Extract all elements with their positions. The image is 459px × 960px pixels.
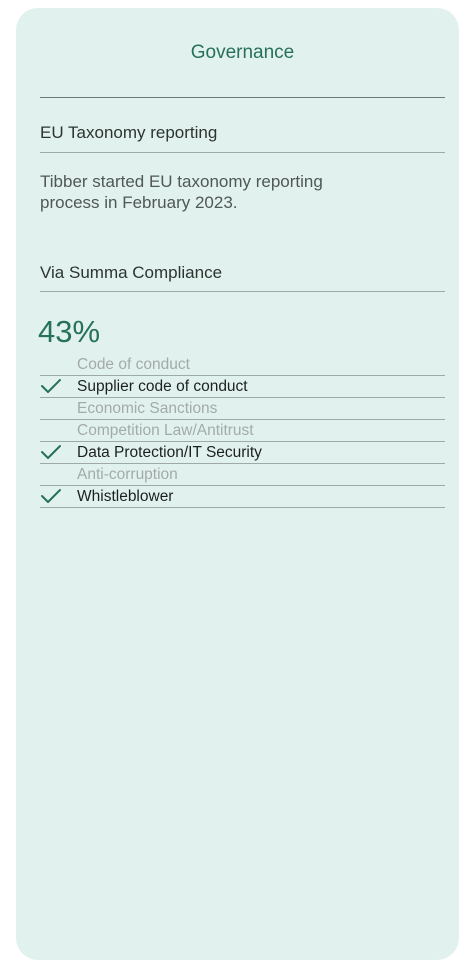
compliance-item: Competition Law/Antitrust [40,420,445,442]
compliance-item-label: Anti-corruption [77,466,178,483]
checkmark-icon [41,379,61,393]
compliance-heading: Via Summa Compliance [40,263,223,282]
compliance-item: Anti-corruption [40,464,445,486]
checkmark-icon [41,489,61,503]
compliance-divider [40,291,445,292]
compliance-item-label: Competition Law/Antitrust [77,422,254,439]
taxonomy-divider [40,152,445,153]
compliance-item-label: Economic Sanctions [77,400,218,417]
governance-card: Governance EU Taxonomy reporting Tibber … [16,8,459,960]
compliance-list: Code of conduct Supplier code of conduct E… [40,354,445,508]
compliance-item: Code of conduct [40,354,445,376]
compliance-item-label: Supplier code of conduct [77,378,248,395]
compliance-item-label: Whistleblower [77,488,174,505]
compliance-item: Whistleblower [40,486,445,508]
checkmark-icon [41,445,61,459]
taxonomy-text: Tibber started EU taxonomy reporting pro… [40,172,323,212]
compliance-item-label: Code of conduct [77,356,190,373]
compliance-item: Economic Sanctions [40,398,445,420]
title-divider [40,97,445,98]
compliance-percent: 43% [38,314,101,349]
compliance-item: Data Protection/IT Security [40,442,445,464]
compliance-item: Supplier code of conduct [40,376,445,398]
card-title: Governance [190,42,295,63]
taxonomy-heading: EU Taxonomy reporting [40,123,218,142]
compliance-item-label: Data Protection/IT Security [77,444,262,461]
